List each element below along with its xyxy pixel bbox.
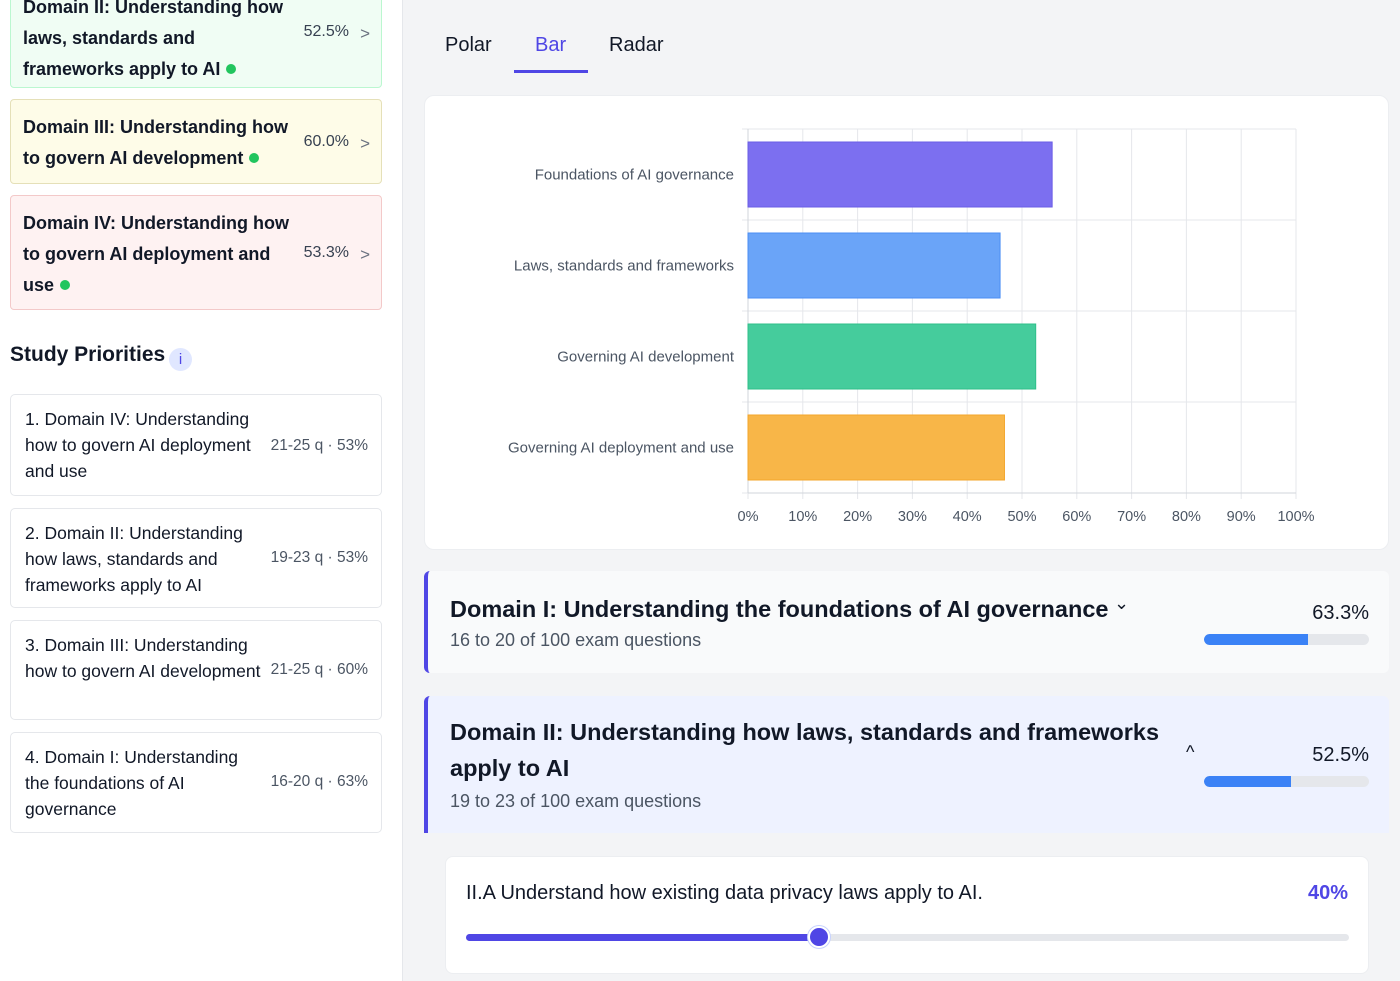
- domain-card-3[interactable]: Domain III: Understanding how to govern …: [10, 99, 382, 184]
- priority-text: 4. Domain I: Understanding the foundatio…: [25, 747, 239, 819]
- domain-card-pct: 53.3%: [303, 244, 349, 261]
- y-category-label: Foundations of AI governance: [535, 167, 734, 184]
- x-tick-label: 90%: [1227, 509, 1256, 525]
- status-dot: [60, 280, 71, 290]
- bar-chart: 0% 10% 20% 30% 40% 50% 60% 70% 80% 90% 100% Foundat…: [508, 128, 1315, 525]
- tab-radar[interactable]: Radar: [609, 34, 663, 57]
- bar: [747, 141, 1053, 208]
- x-tick-label: 80%: [1172, 509, 1201, 525]
- tab-bar[interactable]: Bar: [535, 34, 566, 57]
- domain-panel-2[interactable]: Domain II: Understanding how laws, stand…: [424, 696, 1389, 833]
- panel-percent: 52.5%: [1312, 744, 1369, 766]
- domain-card-title: Domain II: Understanding how laws, stand…: [23, 0, 283, 79]
- x-tick-label: 40%: [953, 509, 982, 525]
- x-tick-label: 60%: [1062, 509, 1091, 525]
- x-tick-label: 100%: [1277, 509, 1314, 525]
- domain-panel-1[interactable]: Domain I: Understanding the foundations …: [424, 571, 1389, 673]
- domain-card-2[interactable]: Domain II: Understanding how laws, stand…: [10, 0, 382, 88]
- priority-meta: 16-20 q · 63%: [270, 773, 368, 790]
- domain-card-title: Domain III: Understanding how to govern …: [23, 117, 288, 168]
- chevron-up-icon[interactable]: ^: [1186, 742, 1194, 763]
- domain-card-pct: 52.5%: [303, 23, 349, 40]
- chevron-right-icon: >: [360, 24, 370, 43]
- chevron-right-icon: >: [360, 245, 370, 264]
- info-icon[interactable]: i: [169, 348, 192, 371]
- bar: [747, 414, 1005, 481]
- subdomain-slider[interactable]: [466, 926, 1349, 948]
- subdomain-percent: 40%: [1307, 882, 1348, 904]
- progress-bar: [1204, 634, 1369, 645]
- panel-percent: 63.3%: [1312, 602, 1369, 624]
- panel-title: Domain I: Understanding the foundations …: [450, 596, 1109, 622]
- progress-fill: [1204, 634, 1309, 645]
- panel-subtitle: 16 to 20 of 100 exam questions: [450, 630, 702, 650]
- x-tick-label: 50%: [1007, 509, 1036, 525]
- study-priorities-title: Study Priorities: [10, 343, 166, 366]
- slider-thumb[interactable]: [808, 926, 831, 948]
- y-category-label: Governing AI development: [557, 349, 735, 366]
- domain-card-4[interactable]: Domain IV: Understanding how to govern A…: [10, 195, 382, 310]
- panel-subtitle: 19 to 23 of 100 exam questions: [450, 791, 702, 811]
- x-tick-label: 20%: [843, 509, 872, 525]
- priority-text: 3. Domain III: Understanding how to gove…: [25, 635, 261, 681]
- priority-text: 1. Domain IV: Understanding how to gover…: [25, 409, 251, 481]
- priority-item[interactable]: 3. Domain III: Understanding how to gove…: [10, 620, 382, 720]
- x-tick-label: 0%: [738, 509, 759, 525]
- y-category-label: Laws, standards and frameworks: [514, 258, 734, 275]
- chevron-down-icon[interactable]: ⌄: [1114, 593, 1129, 614]
- subdomain-title: II.A Understand how existing data privac…: [466, 882, 983, 904]
- sidebar: Domain II: Understanding how laws, stand…: [0, 0, 403, 981]
- subdomain-card: II.A Understand how existing data privac…: [445, 856, 1369, 974]
- priority-text: 2. Domain II: Understanding how laws, st…: [25, 523, 243, 595]
- y-category-label: Governing AI deployment and use: [508, 440, 734, 457]
- x-tick-label: 10%: [788, 509, 817, 525]
- slider-fill: [466, 934, 820, 941]
- priority-meta: 19-23 q · 53%: [270, 549, 368, 566]
- progress-bar: [1204, 776, 1369, 787]
- priority-item[interactable]: 1. Domain IV: Understanding how to gover…: [10, 394, 382, 496]
- chart-card: 0% 10% 20% 30% 40% 50% 60% 70% 80% 90% 100% Foundat…: [424, 95, 1389, 550]
- x-tick-label: 70%: [1117, 509, 1146, 525]
- priority-meta: 21-25 q · 53%: [270, 437, 368, 454]
- domain-card-pct: 60.0%: [303, 133, 349, 150]
- priority-meta: 21-25 q · 60%: [270, 661, 368, 678]
- status-dot: [249, 153, 260, 163]
- progress-fill: [1204, 776, 1291, 787]
- status-dot: [226, 64, 237, 74]
- chevron-right-icon: >: [360, 134, 370, 153]
- tab-polar[interactable]: Polar: [445, 34, 492, 57]
- x-tick-label: 30%: [898, 509, 927, 525]
- domain-card-title: Domain IV: Understanding how to govern A…: [23, 213, 290, 295]
- panel-title: Domain II: Understanding how laws, stand…: [450, 719, 1160, 781]
- bar: [747, 232, 1001, 299]
- active-tab-indicator: [514, 70, 588, 73]
- priority-item[interactable]: 4. Domain I: Understanding the foundatio…: [10, 732, 382, 833]
- priority-item[interactable]: 2. Domain II: Understanding how laws, st…: [10, 508, 382, 608]
- bar: [747, 323, 1037, 390]
